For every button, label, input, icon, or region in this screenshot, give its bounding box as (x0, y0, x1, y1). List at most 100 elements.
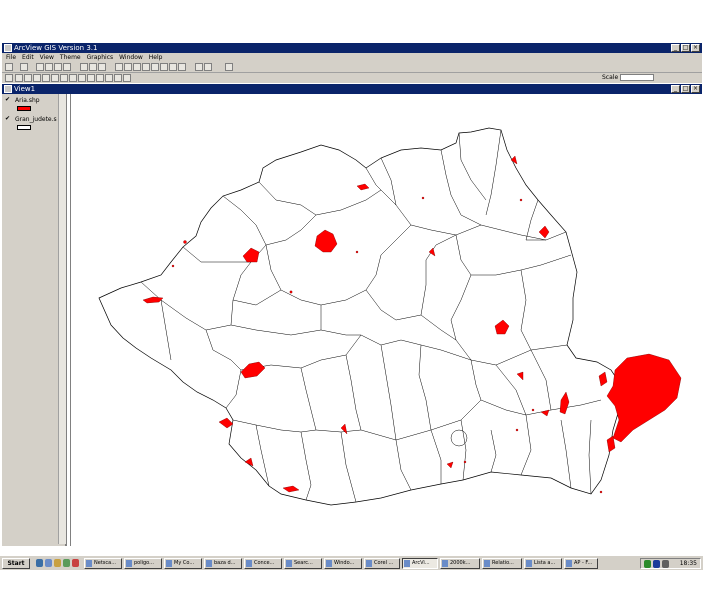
menu-edit[interactable]: Edit (22, 53, 34, 62)
map-display[interactable] (70, 94, 700, 546)
maximize-icon[interactable]: □ (681, 44, 690, 52)
text-tool-icon[interactable] (105, 74, 113, 82)
legend-swatch-white (17, 125, 31, 130)
zoom-in-icon[interactable] (142, 63, 150, 71)
netscape-icon (86, 560, 92, 567)
print-icon[interactable] (204, 63, 212, 71)
search-icon (286, 560, 292, 567)
query-builder-icon[interactable] (89, 63, 97, 71)
map-canvas[interactable] (71, 94, 701, 546)
area-of-interest-icon[interactable] (87, 74, 95, 82)
zoom-in-tool-icon[interactable] (42, 74, 50, 82)
clear-selection-icon[interactable] (178, 63, 186, 71)
draw-tool-icon[interactable] (114, 74, 122, 82)
menu-window[interactable]: Window (119, 53, 143, 62)
theme-properties-icon[interactable] (36, 63, 44, 71)
save-project-icon[interactable] (5, 63, 13, 71)
feature-dot (599, 490, 603, 494)
zoom-to-selected-icon[interactable] (133, 63, 141, 71)
view-title: View1 (14, 85, 36, 93)
layout-icon[interactable] (195, 63, 203, 71)
task-netscape[interactable]: Netsca... (84, 558, 122, 569)
menu-graphics[interactable]: Graphics (87, 53, 114, 62)
add-theme-icon[interactable] (20, 63, 28, 71)
legend-swatch-red (17, 106, 31, 111)
view-title-bar[interactable]: View1 _ □ × (2, 84, 702, 94)
table-of-contents: ✔ Aria.shp ✔ Gran_judete.s (2, 94, 67, 546)
theme-visibility-checkbox[interactable]: ✔ (5, 97, 11, 103)
minimize-icon[interactable]: _ (671, 44, 680, 52)
find-icon[interactable] (63, 63, 71, 71)
menu-help[interactable]: Help (149, 53, 163, 62)
task-lista[interactable]: Lista a... (524, 558, 562, 569)
quick-launch-app2-icon[interactable] (72, 559, 79, 567)
menu-file[interactable]: File (6, 53, 16, 62)
select-feature-icon[interactable] (33, 74, 41, 82)
label-icon[interactable] (96, 74, 104, 82)
locate-icon[interactable] (80, 63, 88, 71)
zoom-previous-icon[interactable] (160, 63, 168, 71)
scale-input[interactable] (620, 74, 654, 81)
identify-icon[interactable] (5, 74, 13, 82)
document-icon (526, 560, 532, 567)
task-2000k[interactable]: 2000k... (440, 558, 480, 569)
task-baza[interactable]: baza d... (204, 558, 242, 569)
task-conce[interactable]: Conce... (244, 558, 282, 569)
document-icon (484, 560, 490, 567)
view-close-icon[interactable]: × (691, 85, 700, 93)
menu-theme[interactable]: Theme (60, 53, 81, 62)
feature-dot (463, 460, 467, 464)
tray-icon-1[interactable] (644, 560, 651, 568)
measure-icon[interactable] (69, 74, 77, 82)
theme-visibility-checkbox[interactable]: ✔ (5, 116, 11, 122)
arcview-app-icon[interactable] (4, 44, 12, 52)
zoom-out-icon[interactable] (151, 63, 159, 71)
view-window-icon[interactable] (4, 85, 12, 93)
feature-dot (531, 408, 535, 412)
close-icon[interactable]: × (691, 44, 700, 52)
task-my-computer[interactable]: My Co... (164, 558, 202, 569)
language-icon[interactable] (653, 560, 660, 568)
view-minimize-icon[interactable]: _ (671, 85, 680, 93)
zoom-to-themes-icon[interactable] (124, 63, 132, 71)
folder-icon (126, 560, 132, 567)
toc-scrollbar[interactable] (58, 94, 66, 544)
open-table-icon[interactable] (54, 63, 62, 71)
feature-danube-delta (606, 353, 682, 443)
task-windows[interactable]: Windo... (324, 558, 362, 569)
task-search[interactable]: Searc... (284, 558, 322, 569)
draw-dropdown-icon[interactable] (123, 74, 131, 82)
edit-legend-icon[interactable] (45, 63, 53, 71)
task-poligo[interactable]: poligo... (124, 558, 162, 569)
view-maximize-icon[interactable]: □ (681, 85, 690, 93)
feature-dot (289, 290, 293, 294)
zoom-full-extent-icon[interactable] (115, 63, 123, 71)
task-ap[interactable]: AP - F... (564, 558, 598, 569)
select-features-icon[interactable] (169, 63, 177, 71)
screen: ArcView GIS Version 3.1 _ □ × File Edit … (0, 0, 703, 590)
taskbar: Start Netsca... poligo... My Co... baza … (0, 555, 703, 570)
hotlink-icon[interactable] (78, 74, 86, 82)
pan-icon[interactable] (60, 74, 68, 82)
feature-dot (519, 198, 523, 202)
document-icon (442, 560, 448, 567)
menu-view[interactable]: View (40, 53, 54, 62)
quick-launch-ie-icon[interactable] (36, 559, 43, 567)
help-icon[interactable] (225, 63, 233, 71)
task-corel[interactable]: Corel ... (364, 558, 400, 569)
pointer-icon[interactable] (15, 74, 23, 82)
app-window-buttons: _ □ × (671, 44, 700, 52)
task-relatio[interactable]: Relatio... (482, 558, 522, 569)
document-icon (566, 560, 572, 567)
corel-icon (366, 560, 372, 567)
quick-launch-app-icon[interactable] (63, 559, 70, 567)
start-button[interactable]: Start (2, 558, 30, 569)
quick-launch-desktop-icon[interactable] (54, 559, 61, 567)
zoom-out-tool-icon[interactable] (51, 74, 59, 82)
task-arcview[interactable]: ArcVi... (402, 558, 438, 569)
quick-launch-outlook-icon[interactable] (45, 559, 52, 567)
volume-icon[interactable] (662, 560, 669, 568)
vertex-edit-icon[interactable] (24, 74, 32, 82)
app-title-bar[interactable]: ArcView GIS Version 3.1 _ □ × (2, 43, 702, 53)
select-by-theme-icon[interactable] (98, 63, 106, 71)
